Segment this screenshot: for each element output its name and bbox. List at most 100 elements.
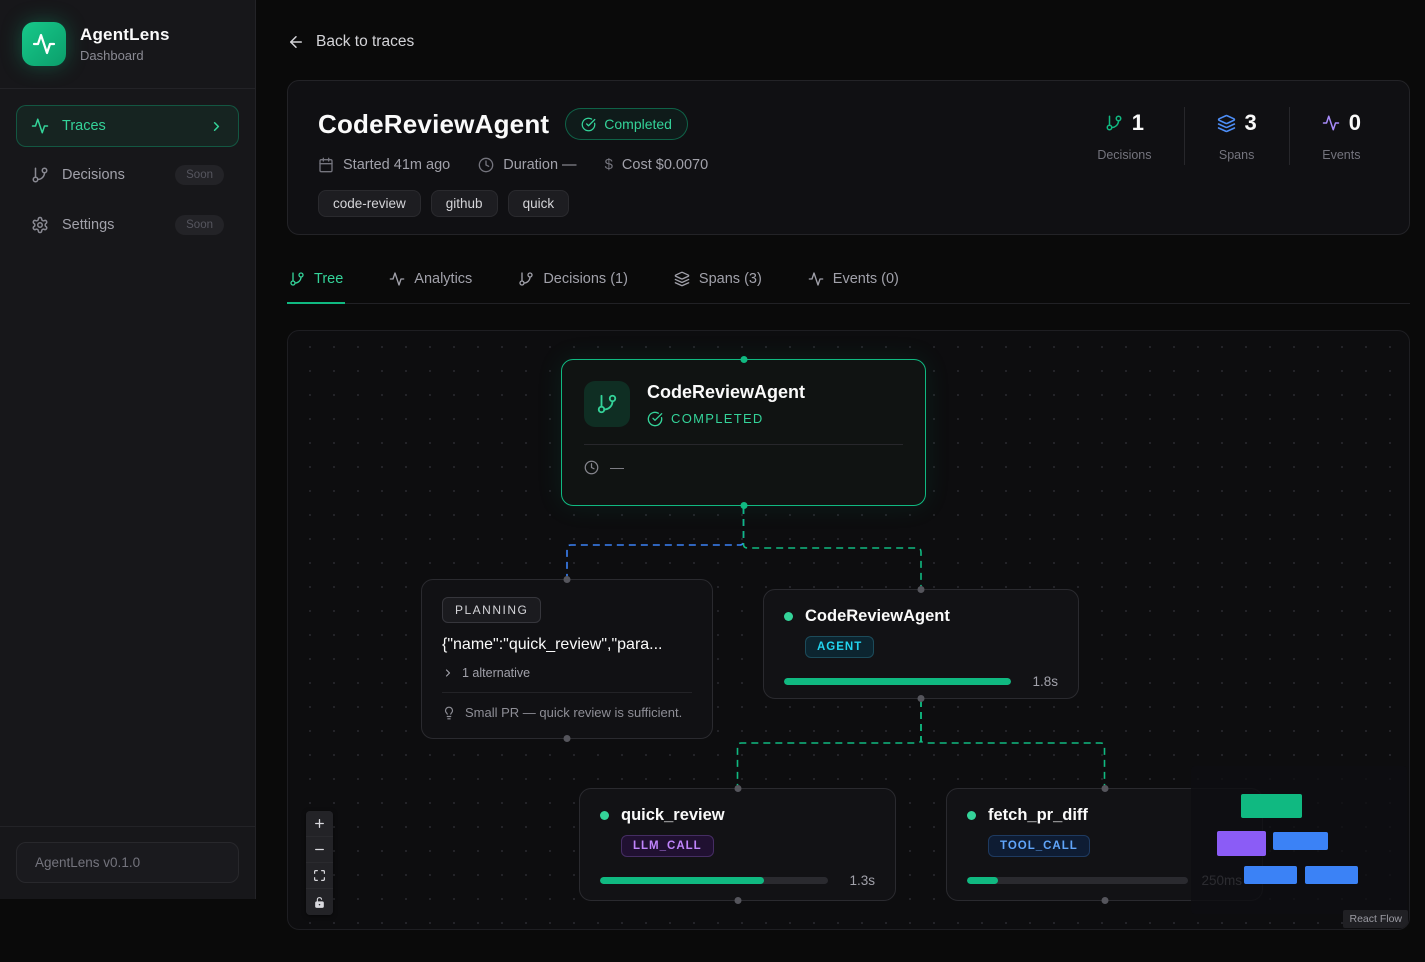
back-label: Back to traces bbox=[316, 33, 414, 51]
flow-minimap[interactable] bbox=[1191, 766, 1407, 914]
tab-decisions[interactable]: Decisions (1) bbox=[516, 264, 630, 304]
node-root-agent[interactable]: CodeReviewAgent COMPLETED — bbox=[561, 359, 926, 506]
decision-type-badge: PLANNING bbox=[442, 597, 541, 623]
sidebar-header: AgentLens Dashboard bbox=[0, 0, 255, 89]
activity-icon bbox=[808, 271, 824, 287]
tab-label: Spans (3) bbox=[699, 271, 762, 287]
tag: quick bbox=[508, 190, 570, 217]
stat-value: 1 bbox=[1132, 110, 1144, 136]
node-planning-decision[interactable]: PLANNING {"name":"quick_review","para...… bbox=[421, 579, 713, 739]
activity-icon bbox=[32, 32, 56, 56]
stat-decisions: 1 Decisions bbox=[1065, 110, 1183, 162]
git-branch-icon bbox=[31, 166, 49, 184]
chevron-right-icon bbox=[442, 667, 454, 679]
duration-bar-fill bbox=[967, 877, 998, 884]
git-branch-icon bbox=[584, 381, 630, 427]
tag: github bbox=[431, 190, 498, 217]
tab-label: Tree bbox=[314, 271, 343, 287]
duration-bar-track bbox=[784, 678, 1011, 685]
started-meta: Started 41m ago bbox=[318, 157, 450, 173]
clock-icon bbox=[584, 460, 599, 475]
lock-icon bbox=[313, 896, 326, 909]
soon-badge: Soon bbox=[175, 165, 224, 185]
stat-value: 3 bbox=[1245, 110, 1257, 136]
tab-events[interactable]: Events (0) bbox=[806, 264, 901, 304]
status-badge: Completed bbox=[565, 108, 688, 140]
node-title: CodeReviewAgent bbox=[647, 382, 805, 403]
zoom-out-button[interactable] bbox=[306, 837, 333, 863]
span-type-badge: AGENT bbox=[805, 636, 874, 658]
node-handle bbox=[918, 586, 925, 593]
activity-icon bbox=[389, 271, 405, 287]
tag: code-review bbox=[318, 190, 421, 217]
minimap-node-tool bbox=[1305, 866, 1358, 884]
node-status: COMPLETED bbox=[671, 411, 764, 426]
activity-icon bbox=[1322, 114, 1340, 132]
stat-label: Events bbox=[1322, 148, 1361, 162]
arrow-left-icon bbox=[287, 33, 305, 51]
alternatives-label: 1 alternative bbox=[462, 666, 530, 680]
react-flow-attribution[interactable]: React Flow bbox=[1343, 910, 1408, 928]
stat-value: 0 bbox=[1349, 110, 1361, 136]
trace-header-card: CodeReviewAgent Completed Started 41m ag… bbox=[287, 80, 1410, 235]
trace-tree-canvas[interactable]: CodeReviewAgent COMPLETED — bbox=[287, 330, 1410, 930]
back-to-traces-link[interactable]: Back to traces bbox=[287, 33, 414, 51]
node-title: quick_review bbox=[621, 806, 725, 825]
tab-bar: Tree Analytics Decisions (1) Spans (3) E… bbox=[287, 264, 1410, 304]
plus-icon bbox=[313, 817, 326, 830]
tab-label: Analytics bbox=[414, 271, 472, 287]
started-label: Started 41m ago bbox=[343, 157, 450, 173]
span-type-badge: LLM_CALL bbox=[621, 835, 714, 857]
node-handle bbox=[740, 356, 747, 363]
decision-payload: {"name":"quick_review","para... bbox=[442, 636, 692, 654]
node-handle bbox=[564, 735, 571, 742]
app-identity: AgentLens Dashboard bbox=[80, 25, 170, 63]
zoom-in-button[interactable] bbox=[306, 811, 333, 837]
tab-spans[interactable]: Spans (3) bbox=[672, 264, 764, 304]
sidebar-item-label: Decisions bbox=[62, 167, 125, 183]
minimap-node-root bbox=[1241, 794, 1302, 818]
trace-stats: 1 Decisions 3 Spans bbox=[1065, 107, 1393, 165]
sidebar-item-decisions[interactable]: Decisions Soon bbox=[16, 153, 239, 197]
cost-label: Cost $0.0070 bbox=[622, 157, 708, 173]
node-handle bbox=[1101, 785, 1108, 792]
node-span-agent[interactable]: CodeReviewAgent AGENT 1.8s bbox=[763, 589, 1079, 699]
node-handle bbox=[1101, 897, 1108, 904]
duration-meta: Duration — bbox=[478, 157, 576, 173]
activity-icon bbox=[31, 117, 49, 135]
git-branch-icon bbox=[289, 271, 305, 287]
node-title: fetch_pr_diff bbox=[988, 806, 1088, 825]
tab-label: Decisions (1) bbox=[543, 271, 628, 287]
check-circle-icon bbox=[581, 117, 596, 132]
duration-bar-track bbox=[967, 877, 1188, 884]
tab-analytics[interactable]: Analytics bbox=[387, 264, 474, 304]
span-type-badge: TOOL_CALL bbox=[988, 835, 1090, 857]
node-handle bbox=[740, 502, 747, 509]
stat-events: 0 Events bbox=[1290, 110, 1393, 162]
sidebar-item-settings[interactable]: Settings Soon bbox=[16, 203, 239, 247]
fit-view-button[interactable] bbox=[306, 863, 333, 889]
soon-badge: Soon bbox=[175, 215, 224, 235]
node-handle bbox=[734, 785, 741, 792]
node-handle bbox=[918, 695, 925, 702]
lock-button[interactable] bbox=[306, 889, 333, 915]
sidebar-item-traces[interactable]: Traces bbox=[16, 105, 239, 147]
alternatives-toggle[interactable]: 1 alternative bbox=[442, 666, 692, 680]
node-handle bbox=[734, 897, 741, 904]
cost-meta: $ Cost $0.0070 bbox=[605, 156, 709, 173]
stat-spans: 3 Spans bbox=[1185, 110, 1289, 162]
node-span-llm-call[interactable]: quick_review LLM_CALL 1.3s bbox=[579, 788, 896, 901]
node-handle bbox=[564, 576, 571, 583]
minus-icon bbox=[313, 843, 326, 856]
duration-bar-track bbox=[600, 877, 828, 884]
sidebar-nav: Traces Decisions Soon Settings Soon bbox=[0, 89, 255, 826]
layers-icon bbox=[1217, 114, 1236, 133]
status-dot bbox=[784, 612, 793, 621]
chevron-right-icon bbox=[209, 119, 224, 134]
node-duration: 1.3s bbox=[841, 873, 875, 888]
clock-icon bbox=[478, 157, 494, 173]
hint-text: Small PR — quick review is sufficient. bbox=[465, 705, 682, 720]
edge-agent-to-tool bbox=[921, 700, 1105, 787]
stat-label: Spans bbox=[1217, 148, 1257, 162]
tab-tree[interactable]: Tree bbox=[287, 264, 345, 304]
